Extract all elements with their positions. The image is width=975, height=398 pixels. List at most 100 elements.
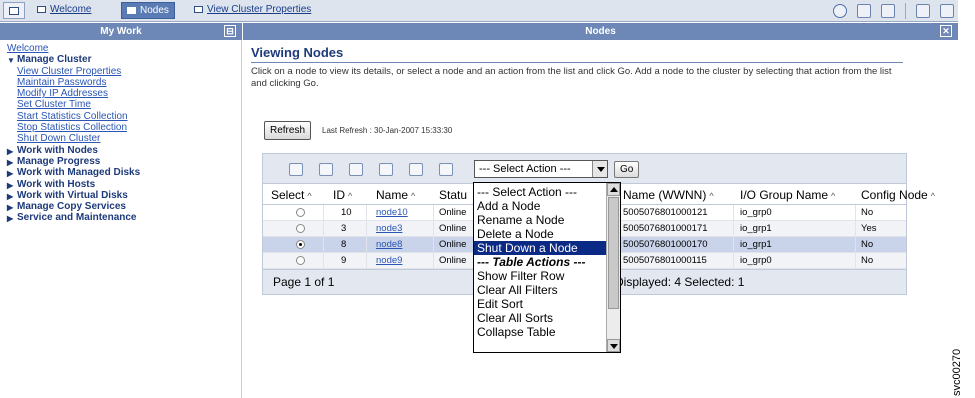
my-work-header: My Work ⊟ [0,23,242,40]
cell-wwnn: 5005076801000170 [623,239,708,250]
column-divider [733,205,734,269]
cell-config-node: No [861,207,874,218]
top-toolbar [833,3,954,19]
tab-view-cluster-properties[interactable]: View Cluster Properties [189,2,316,19]
edit-sort-icon[interactable] [349,163,363,176]
home-button[interactable] [3,2,25,19]
column-label: Config Node [861,188,928,202]
dropdown-option-delete-node[interactable]: Delete a Node [474,227,607,241]
help-icon[interactable] [940,4,954,18]
cell-id: 9 [341,255,347,266]
dropdown-option-edit-sort[interactable]: Edit Sort [474,297,607,311]
refresh-button[interactable]: Refresh [264,121,312,140]
column-divider [433,205,434,269]
scroll-up-icon[interactable] [607,183,620,196]
cell-io-group: io_grp1 [740,239,772,250]
dropdown-option-collapse-table[interactable]: Collapse Table [474,325,607,339]
nav-group-label: Work with Managed Disks [17,167,141,179]
sort-icon: ^ [831,191,836,201]
collapse-table-icon[interactable] [439,163,453,176]
dropdown-option-clear-all-sorts[interactable]: Clear All Sorts [474,311,607,325]
row-radio[interactable] [296,208,305,217]
cell-status: Online [439,223,467,234]
column-divider [855,205,856,269]
nav-group-hosts[interactable]: ▶ Work with Hosts [7,179,140,190]
cell-id: 3 [341,223,347,234]
select-all-icon[interactable] [289,163,303,176]
cell-io-group: io_grp0 [740,207,772,218]
dropdown-option-rename-node[interactable]: Rename a Node [474,213,607,227]
nav-view-cluster-properties[interactable]: View Cluster Properties [7,66,140,77]
filter-row-icon[interactable] [409,163,423,176]
nav-group-manage-progress[interactable]: ▶ Manage Progress [7,156,140,167]
dropdown-option-add-node[interactable]: Add a Node [474,199,607,213]
column-select[interactable]: Select ^ [271,188,312,202]
expanded-arrow-icon: ▼ [7,56,15,66]
dropdown-option-select-action[interactable]: --- Select Action --- [474,185,607,199]
layout-icon[interactable] [916,4,930,18]
go-button[interactable]: Go [614,161,640,178]
dropdown-option-table-actions[interactable]: --- Table Actions --- [474,255,607,269]
nav-maintain-passwords[interactable]: Maintain Passwords [7,77,140,88]
nav-group-work-with-nodes[interactable]: ▶ Work with Nodes [7,145,140,156]
scroll-thumb[interactable] [608,197,619,309]
sort-icon: ^ [930,191,935,201]
collapse-icon[interactable]: ⊟ [224,25,236,37]
dropdown-option-clear-all-filters[interactable]: Clear All Filters [474,283,607,297]
nav-set-cluster-time[interactable]: Set Cluster Time [7,99,140,110]
column-config-node[interactable]: Config Node ^ [861,188,935,202]
clear-sort-icon[interactable] [379,163,393,176]
action-dropdown-list: --- Select Action --- Add a Node Rename … [473,182,621,353]
nav-group-copy-services[interactable]: ▶ Manage Copy Services [7,201,140,212]
nav-shut-down-cluster[interactable]: Shut Down Cluster [7,133,140,144]
tab-welcome[interactable]: Welcome [32,2,97,19]
tab-bar: Welcome Nodes View Cluster Properties [0,0,958,22]
nav-group-virtual-disks[interactable]: ▶ Work with Virtual Disks [7,190,140,201]
cell-name-link[interactable]: node8 [376,239,402,250]
dropdown-option-shut-down-node[interactable]: Shut Down a Node [474,241,607,255]
cell-wwnn: 5005076801000115 [623,255,707,266]
window-icon[interactable] [857,4,871,18]
nav-welcome[interactable]: Welcome [7,43,140,54]
cell-name-link[interactable]: node10 [376,207,408,218]
nav-group-label: Manage Copy Services [17,201,126,213]
nav-modify-ip-addresses[interactable]: Modify IP Addresses [7,88,140,99]
column-label: ID [333,188,345,202]
row-radio[interactable] [296,240,305,249]
tab-nodes[interactable]: Nodes [121,2,175,19]
close-icon[interactable]: ✕ [940,25,952,37]
nav-stop-statistics[interactable]: Stop Statistics Collection [7,122,140,133]
deselect-all-icon[interactable] [319,163,333,176]
refresh-icon[interactable] [833,4,847,18]
row-radio[interactable] [296,256,305,265]
cell-config-node: No [861,239,874,250]
column-id[interactable]: ID ^ [333,188,352,202]
dropdown-scrollbar[interactable] [606,183,620,352]
sort-icon: ^ [307,191,312,201]
cell-status: Online [439,239,467,250]
cell-name-link[interactable]: node9 [376,255,402,266]
page-info: Page 1 of 1 [273,275,335,289]
nav-group-label: Work with Nodes [17,144,98,156]
logout-icon[interactable] [881,4,895,18]
instructions-text: Click on a node to view its details, or … [251,66,892,89]
row-radio[interactable] [296,224,305,233]
scroll-down-icon[interactable] [607,339,620,352]
nav-group-manage-cluster[interactable]: ▼ Manage Cluster [7,54,140,65]
nav-group-service-maintenance[interactable]: ▶ Service and Maintenance [7,212,140,223]
left-nav-panel: Welcome ▼ Manage Cluster View Cluster Pro… [0,40,242,398]
dropdown-option-show-filter-row[interactable]: Show Filter Row [474,269,607,283]
column-status[interactable]: Statu [439,188,467,202]
page-icon [194,6,203,13]
select-action-value: --- Select Action --- [479,163,571,175]
column-wwnn[interactable]: Name (WWNN) ^ [623,188,714,202]
tab-label: Welcome [50,4,92,15]
chevron-down-icon [592,161,607,177]
select-action-dropdown[interactable]: --- Select Action --- [474,160,608,178]
cell-name-link[interactable]: node3 [376,223,402,234]
column-name[interactable]: Name ^ [376,188,415,202]
column-label: Name (WWNN) [623,188,707,202]
column-io-group[interactable]: I/O Group Name ^ [740,188,835,202]
nav-start-statistics[interactable]: Start Statistics Collection [7,111,140,122]
nav-group-managed-disks[interactable]: ▶ Work with Managed Disks [7,167,140,178]
